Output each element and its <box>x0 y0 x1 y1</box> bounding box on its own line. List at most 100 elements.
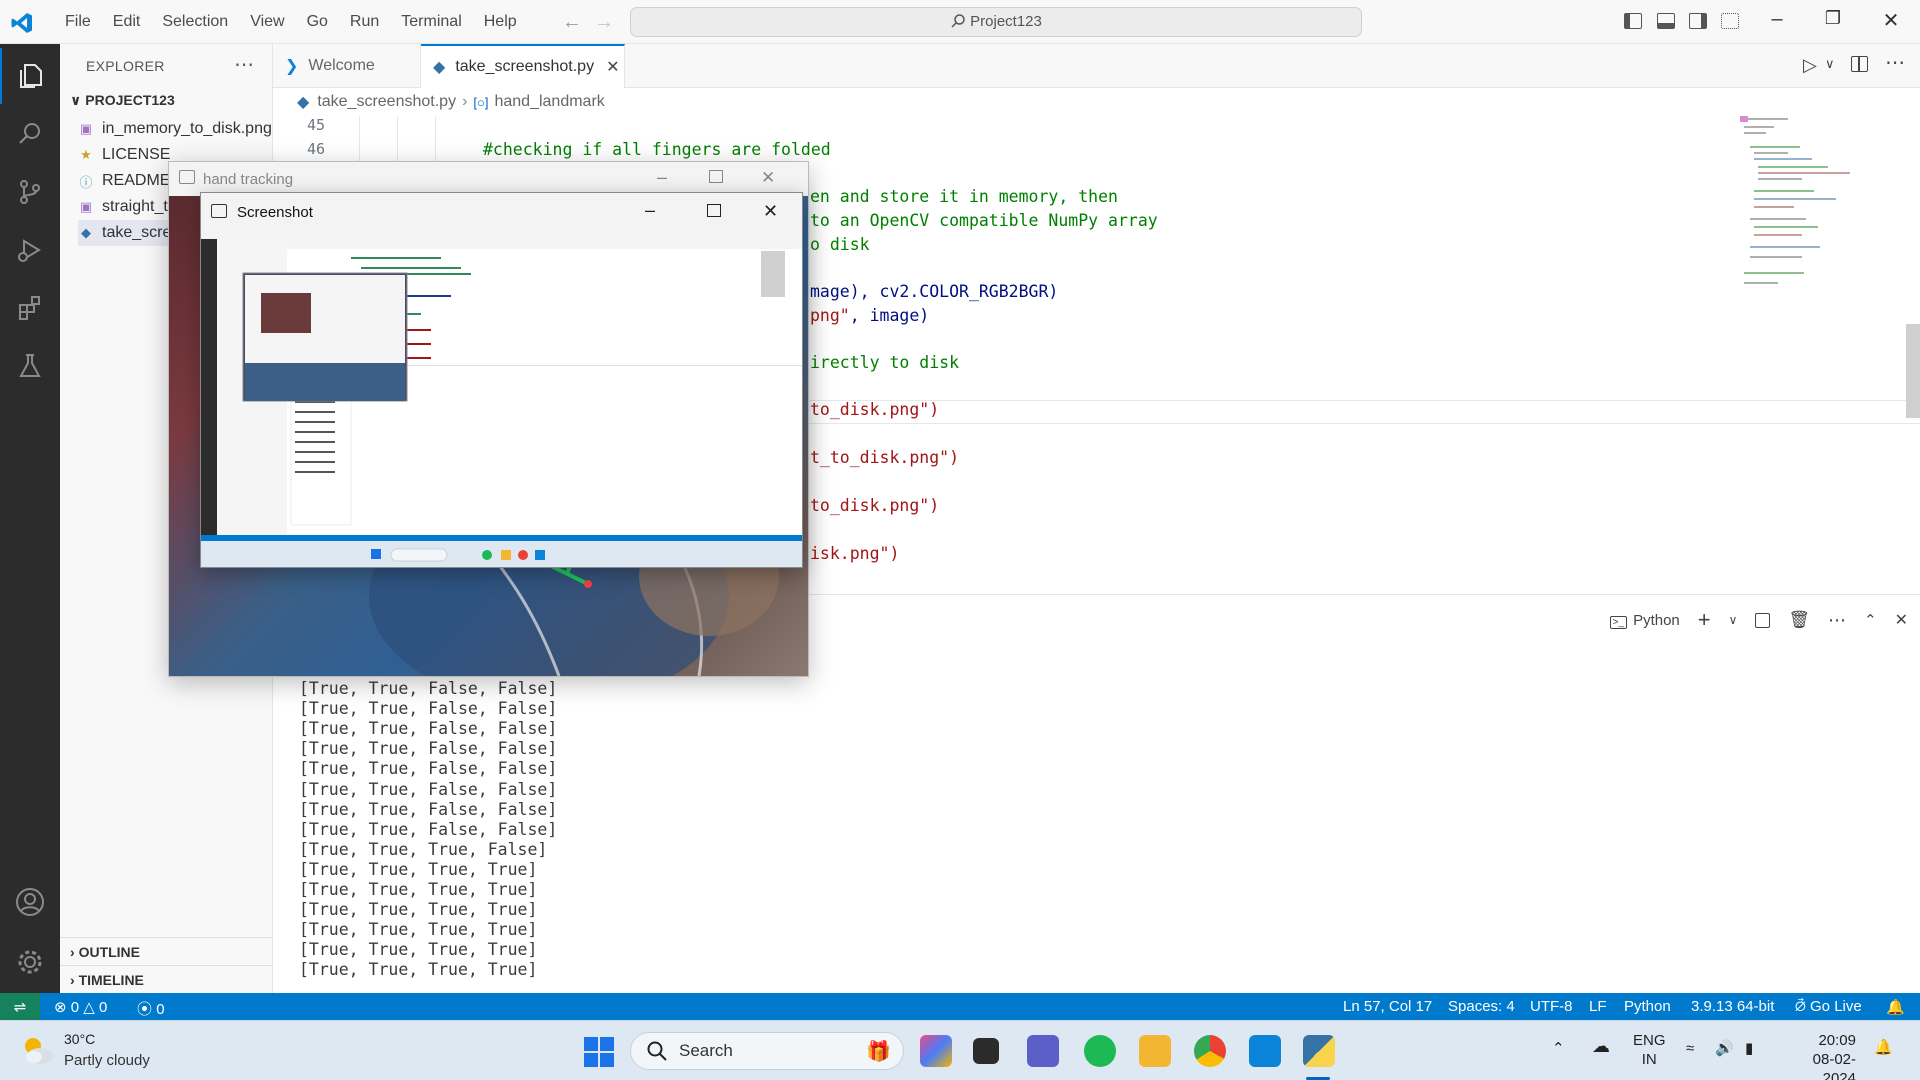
search-view-icon[interactable] <box>0 106 60 162</box>
back-arrow-icon[interactable]: ← <box>562 11 582 34</box>
copilot-icon[interactable] <box>920 1035 952 1067</box>
ports-indicator[interactable]: ⦿ 0 <box>137 998 165 1019</box>
project-folder[interactable]: ∨ PROJECT123 <box>70 92 175 109</box>
code-string: t_to_disk.png") <box>810 448 960 467</box>
restore-icon[interactable]: ❐ <box>1818 8 1848 29</box>
minimap[interactable] <box>1740 116 1850 316</box>
notification-bell-icon[interactable]: 🔔 <box>1874 1038 1893 1057</box>
menu-view[interactable]: View <box>239 13 295 31</box>
terminal-line: [True, True, True, True] <box>299 940 538 960</box>
hand-tracking-titlebar[interactable]: hand tracking – ✕ <box>169 162 808 196</box>
new-terminal-icon[interactable]: + <box>1698 607 1711 633</box>
tab-take-screenshot[interactable]: ◆ take_screenshot.py ✕ <box>421 44 625 88</box>
screenshot-titlebar[interactable]: Screenshot – ✕ <box>201 193 802 231</box>
language-indicator[interactable]: ENG IN <box>1633 1031 1666 1069</box>
command-center-search[interactable]: Project123 <box>630 7 1362 37</box>
python-taskbar-icon[interactable] <box>1303 1035 1335 1067</box>
screenshot-window[interactable]: Screenshot – ✕ <box>200 192 803 568</box>
teams-icon[interactable] <box>1027 1035 1059 1067</box>
onedrive-cloud-icon[interactable]: ☁ <box>1592 1037 1610 1056</box>
battery-icon[interactable]: ▮ <box>1745 1039 1753 1058</box>
tab-welcome[interactable]: ❯ Welcome <box>273 44 421 88</box>
forward-arrow-icon[interactable]: → <box>594 11 614 34</box>
explorer-icon[interactable] <box>0 48 60 104</box>
code-comment: to an OpenCV compatible NumPy array <box>810 211 1158 230</box>
file-item-in-memory-to-disk[interactable]: ▣ in_memory_to_disk.png <box>78 116 273 142</box>
source-control-icon[interactable] <box>0 164 60 220</box>
license-file-icon: ★ <box>80 147 92 162</box>
minimize-icon[interactable]: – <box>1762 8 1792 31</box>
timeline-section[interactable]: › TIMELINE <box>60 965 273 993</box>
weather-partly-cloudy-icon[interactable] <box>18 1033 56 1067</box>
toggle-secondary-sidebar-icon[interactable] <box>1689 13 1707 29</box>
terminal-line: [True, True, False, False] <box>299 779 558 799</box>
menu-edit[interactable]: Edit <box>102 13 152 31</box>
close-panel-icon[interactable]: ✕ <box>1895 610 1908 630</box>
file-explorer-icon[interactable] <box>1139 1035 1171 1067</box>
breadcrumb-file[interactable]: take_screenshot.py <box>317 93 456 111</box>
split-editor-icon[interactable] <box>1851 56 1868 72</box>
close-icon[interactable]: ✕ <box>763 201 778 222</box>
breadcrumb-symbol[interactable]: hand_landmark <box>494 93 604 111</box>
close-tab-icon[interactable]: ✕ <box>606 57 619 77</box>
code-comment: en and store it in memory, then <box>810 187 1118 206</box>
task-view-icon[interactable] <box>973 1038 999 1064</box>
go-live-button[interactable]: ⦳ Go Live <box>1795 998 1862 1015</box>
close-icon[interactable]: ✕ <box>761 168 775 188</box>
end-of-line[interactable]: LF <box>1589 998 1607 1015</box>
more-actions-icon[interactable]: ⋯ <box>234 52 254 77</box>
show-hidden-icons-icon[interactable]: ⌃ <box>1552 1039 1565 1058</box>
close-icon[interactable]: ✕ <box>1876 8 1906 33</box>
minimize-icon[interactable]: – <box>657 167 667 188</box>
menu-go[interactable]: Go <box>296 13 339 31</box>
menu-terminal[interactable]: Terminal <box>390 13 472 31</box>
warning-count: 0 <box>98 999 108 1016</box>
panel-more-icon[interactable]: ⋯ <box>1828 610 1846 631</box>
manage-gear-icon[interactable] <box>0 934 60 990</box>
terminal-profile[interactable]: >_ Python <box>1609 612 1680 629</box>
remote-indicator-icon[interactable]: ⇌ <box>0 993 40 1020</box>
toggle-panel-icon[interactable] <box>1657 13 1675 29</box>
customize-layout-icon[interactable] <box>1721 13 1739 29</box>
cursor-position[interactable]: Ln 57, Col 17 <box>1343 998 1432 1015</box>
indentation[interactable]: Spaces: 4 <box>1448 998 1515 1015</box>
problems-indicator[interactable]: ⊗ 0 △ 0 <box>54 998 107 1016</box>
python-interpreter[interactable]: 3.9.13 64-bit <box>1691 998 1774 1015</box>
taskbar-search[interactable]: Search 🎁 <box>630 1032 904 1070</box>
outline-section[interactable]: › OUTLINE <box>60 937 273 965</box>
accounts-icon[interactable] <box>0 874 60 930</box>
testing-icon[interactable] <box>0 338 60 394</box>
search-icon <box>647 1041 667 1061</box>
split-terminal-icon[interactable] <box>1755 612 1771 628</box>
maximize-panel-icon[interactable]: ⌃ <box>1864 611 1877 629</box>
image-file-icon: ▣ <box>79 121 93 136</box>
menu-file[interactable]: File <box>54 13 102 31</box>
encoding[interactable]: UTF-8 <box>1530 998 1573 1015</box>
menu-selection[interactable]: Selection <box>151 13 239 31</box>
language-mode[interactable]: Python <box>1624 998 1671 1015</box>
hand-tracking-title: hand tracking <box>203 171 294 188</box>
extensions-icon[interactable] <box>0 280 60 336</box>
maximize-icon[interactable] <box>707 204 721 217</box>
run-file-icon[interactable]: ▷ <box>1803 55 1817 76</box>
windows-start-icon[interactable] <box>584 1037 614 1067</box>
chrome-icon[interactable] <box>1194 1035 1226 1067</box>
vscode-taskbar-icon[interactable] <box>1249 1035 1281 1067</box>
notifications-bell-icon[interactable]: 🔔 <box>1886 998 1905 1016</box>
minimize-icon[interactable]: – <box>645 200 655 221</box>
editor-scrollbar[interactable] <box>1906 324 1920 418</box>
menu-help[interactable]: Help <box>473 13 528 31</box>
wifi-icon[interactable]: ≈ <box>1686 1039 1694 1058</box>
kill-terminal-icon[interactable]: 🗑 <box>1788 610 1810 630</box>
clock[interactable]: 20:09 08-02-2024 <box>1780 1031 1856 1080</box>
menu-run[interactable]: Run <box>339 13 390 31</box>
volume-icon[interactable]: 🔊 <box>1715 1039 1734 1058</box>
spotify-icon[interactable] <box>1084 1035 1116 1067</box>
maximize-icon[interactable] <box>709 170 723 183</box>
run-dropdown-icon[interactable]: ∨ <box>1825 56 1835 72</box>
chevron-right-icon: › <box>70 944 75 960</box>
terminal-dropdown-icon[interactable]: ∨ <box>1729 613 1738 627</box>
toggle-primary-sidebar-icon[interactable] <box>1624 13 1642 29</box>
run-debug-icon[interactable] <box>0 222 60 278</box>
editor-more-icon[interactable]: ⋯ <box>1885 50 1905 75</box>
